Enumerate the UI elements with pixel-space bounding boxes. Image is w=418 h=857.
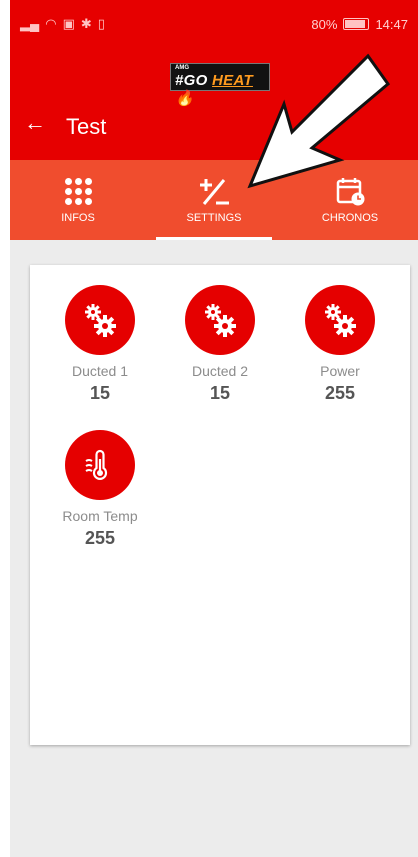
- dot-grid-icon: [64, 176, 92, 206]
- tile-ducted-1[interactable]: Ducted 1 15: [40, 285, 160, 404]
- tile-label: Power: [320, 363, 360, 379]
- status-icons: ▂▄ ◠ ▣ ✱ ▯: [20, 16, 105, 32]
- wifi-icon: ◠: [45, 16, 57, 31]
- clock: 14:47: [375, 16, 408, 32]
- tab-label: CHRONOS: [321, 212, 379, 224]
- tile-ducted-2[interactable]: Ducted 2 15: [160, 285, 280, 404]
- tab-label: SETTINGS: [186, 212, 242, 224]
- tile-value: 255: [324, 383, 356, 403]
- status-right: 80% 14:47: [311, 17, 408, 32]
- tab-label: INFOS: [61, 212, 95, 224]
- battery-percent: 80%: [311, 16, 338, 32]
- tile-label: Ducted 1: [71, 363, 129, 379]
- gears-icon: [305, 285, 375, 355]
- back-arrow-icon[interactable]: ←: [24, 110, 46, 136]
- battery-icon: [343, 18, 370, 30]
- status-bar: ▂▄ ◠ ▣ ✱ ▯ 80% 14:47: [10, 0, 418, 48]
- tile-label: Ducted 2: [191, 363, 249, 379]
- tile-value: 255: [84, 528, 116, 548]
- page-title: Test: [66, 114, 107, 139]
- annotation-arrow-icon: [247, 53, 391, 189]
- tile-power[interactable]: Power 255: [280, 285, 400, 404]
- tile-value: 15: [89, 383, 111, 403]
- app-screen: ▂▄ ◠ ▣ ✱ ▯ 80% 14:47 AMG #GO HEAT🔥 ← Tes…: [10, 0, 418, 857]
- plus-minus-icon: [197, 176, 231, 206]
- tile-label: Room Temp: [62, 508, 138, 524]
- thermometer-icon: [65, 430, 135, 500]
- nfc-icon: ▣: [62, 16, 75, 31]
- vibrate-icon: ▯: [97, 16, 105, 31]
- gears-icon: [185, 285, 255, 355]
- tab-infos[interactable]: INFOS: [10, 160, 146, 240]
- logo-small-text: AMG: [175, 65, 189, 71]
- settings-card: Ducted 1 15 Ducted 2 15 Power 255 Room T…: [30, 265, 410, 745]
- tile-value: 15: [209, 383, 231, 403]
- gears-icon: [65, 285, 135, 355]
- bluetooth-icon: ✱: [80, 16, 92, 31]
- tile-room-temp[interactable]: Room Temp 255: [40, 430, 160, 549]
- signal-icon: ▂▄: [20, 16, 40, 31]
